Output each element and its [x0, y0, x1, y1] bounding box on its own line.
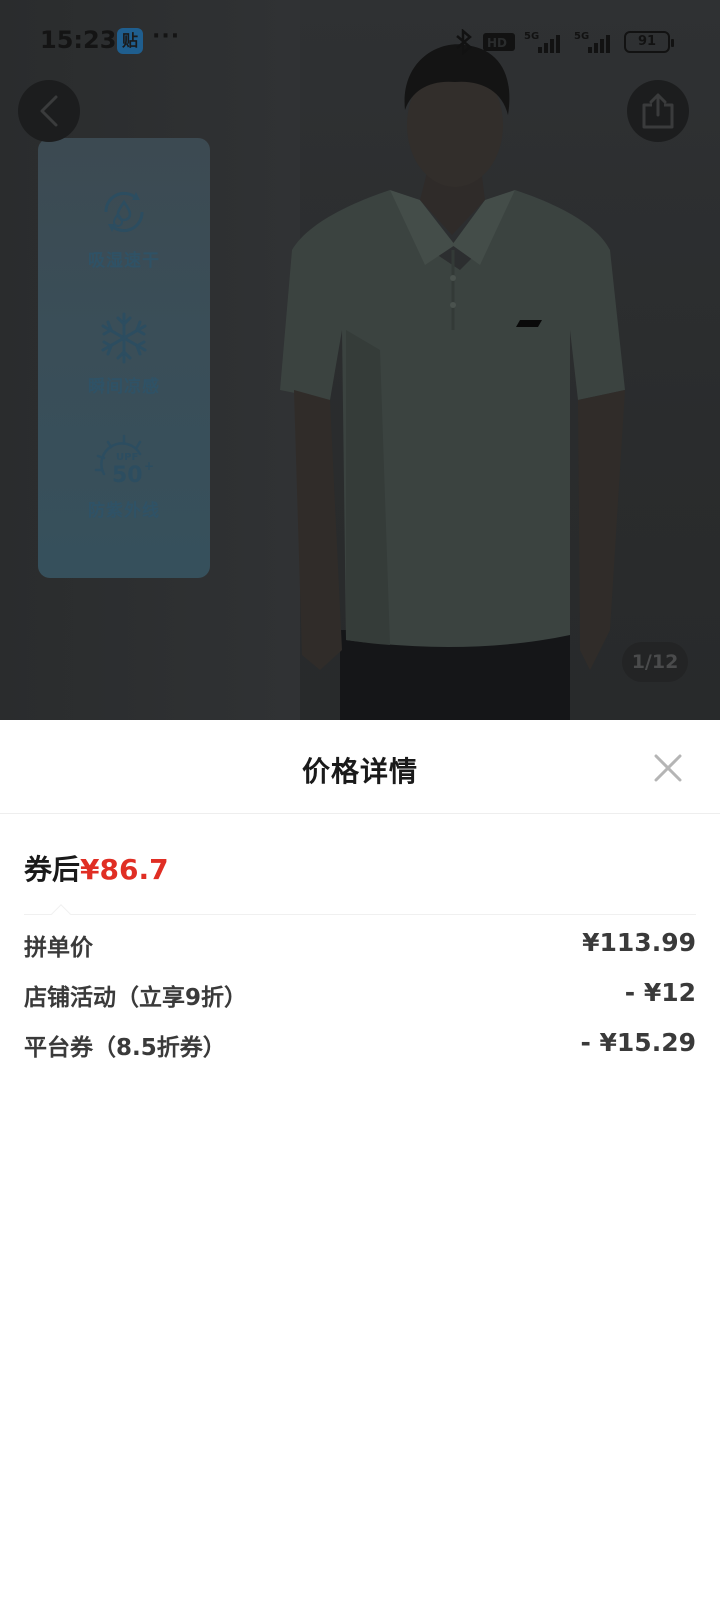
svg-text:+: + [144, 459, 154, 473]
back-button[interactable] [18, 80, 80, 142]
chevron-left-icon [40, 95, 58, 127]
feature-label: 瞬间凉感 [88, 377, 160, 397]
price-row-platform-coupon: 平台券（8.5折券） - ¥15.29 [24, 1028, 696, 1064]
divider-pointer [51, 904, 71, 924]
svg-text:50: 50 [112, 463, 143, 488]
svg-text:UPF: UPF [116, 452, 138, 463]
price-detail-sheet: 价格详情 券后¥86.7 拼单价 ¥113.99 店铺活动（立享9折） - ¥1… [0, 720, 720, 1600]
feature-label: 吸湿速干 [88, 251, 160, 271]
svg-text:HD: HD [487, 36, 507, 50]
product-image-area[interactable]: 吸湿速干 瞬间凉感 UPF 50 + 防紫外线 15:23 贴 ··· HD 5… [0, 0, 720, 720]
feature-cooling: 瞬间凉感 [38, 310, 210, 397]
status-indicators: HD 5G 5G 91 [454, 28, 674, 56]
price-row-store-discount: 店铺活动（立享9折） - ¥12 [24, 978, 696, 1014]
feature-panel: 吸湿速干 瞬间凉感 UPF 50 + 防紫外线 [38, 138, 210, 578]
sheet-header: 价格详情 [0, 720, 720, 814]
svg-text:5G: 5G [524, 31, 539, 42]
feature-label: 防紫外线 [88, 501, 160, 521]
close-button[interactable] [652, 752, 684, 784]
app-notification-icon: 贴 [117, 28, 143, 54]
moisture-drop-cycle-icon [104, 191, 144, 233]
divider [24, 914, 696, 915]
price-row-label: 店铺活动（立享9折） [24, 985, 248, 1011]
status-bar: 15:23 贴 ··· HD 5G 5G 91 [0, 0, 720, 84]
price-row-value: - ¥12 [624, 978, 696, 1007]
signal-5g-icon-2: 5G [574, 31, 610, 53]
price-row-group-price: 拼单价 ¥113.99 [24, 928, 696, 964]
share-icon [642, 93, 674, 129]
price-row-label: 拼单价 [24, 935, 93, 961]
hd-icon: HD [483, 33, 515, 51]
price-row-value: - ¥15.29 [580, 1028, 696, 1057]
image-page-counter: 1/12 [622, 642, 688, 682]
svg-text:5G: 5G [574, 31, 589, 42]
model-in-polo-shirt-image [280, 44, 625, 720]
price-row-label: 平台券（8.5折券） [24, 1035, 226, 1061]
after-coupon-price: 券后¥86.7 [24, 848, 169, 888]
signal-5g-icon: 5G [524, 31, 560, 53]
after-coupon-label: 券后 [24, 853, 81, 886]
sheet-title: 价格详情 [301, 755, 418, 788]
feature-uv: UPF 50 + 防紫外线 [38, 434, 210, 521]
battery-icon: 91 [624, 31, 674, 53]
bluetooth-icon [456, 29, 472, 55]
status-time: 15:23 [40, 26, 117, 54]
after-coupon-value: ¥86.7 [80, 853, 169, 886]
snowflake-icon [101, 312, 147, 364]
share-button[interactable] [627, 80, 689, 142]
feature-moisture: 吸湿速干 [38, 184, 210, 271]
more-notifications-icon: ··· [152, 24, 181, 49]
price-row-value: ¥113.99 [582, 928, 696, 957]
close-icon [654, 754, 682, 782]
upf50-sun-icon: UPF 50 + [94, 434, 154, 488]
